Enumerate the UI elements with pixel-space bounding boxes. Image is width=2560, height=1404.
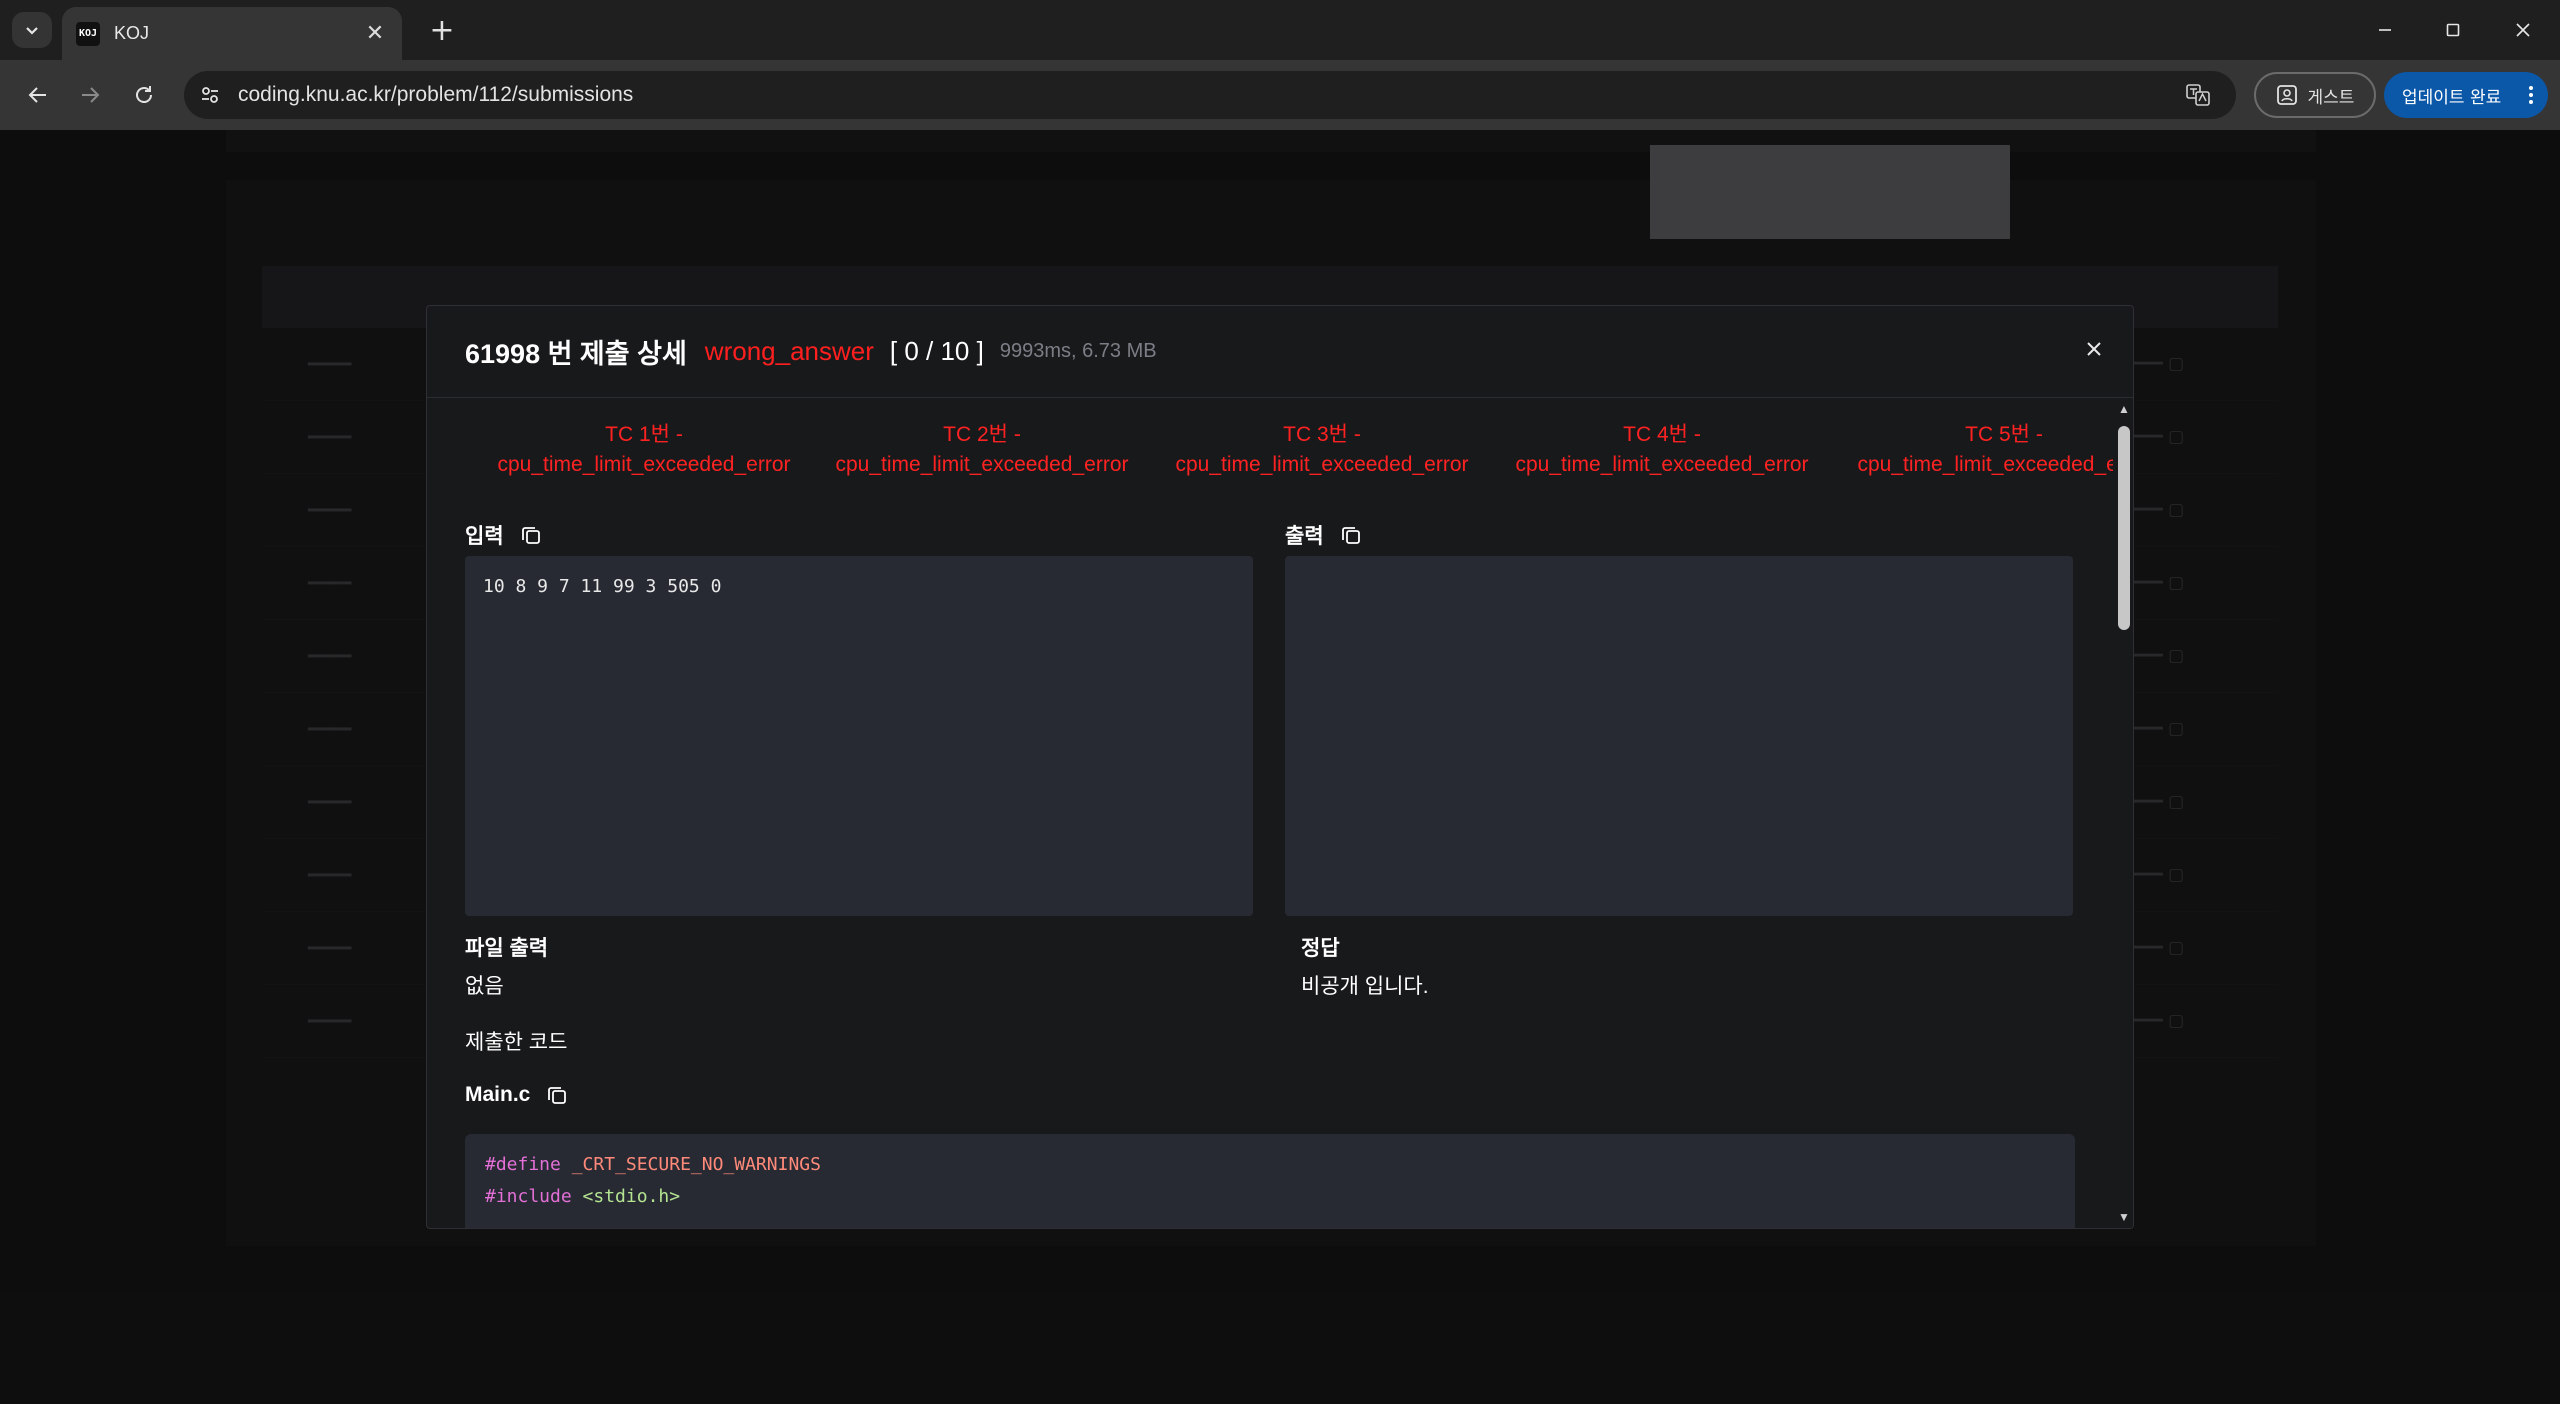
input-value: 10 8 9 7 11 99 3 505 0: [483, 576, 722, 597]
input-box[interactable]: 10 8 9 7 11 99 3 505 0: [465, 556, 1253, 916]
new-tab-icon[interactable]: +: [424, 12, 460, 48]
translate-icon[interactable]: [2180, 77, 2216, 113]
score-text: [ 0 / 10 ]: [889, 336, 984, 366]
input-section-label: 입력: [465, 520, 544, 550]
maximize-icon[interactable]: [2428, 10, 2478, 50]
browser-tab[interactable]: KOJ KOJ ✕: [62, 7, 402, 60]
modal-scrollbar[interactable]: ▲ ▼: [2113, 398, 2133, 1228]
close-icon[interactable]: [2079, 334, 2109, 364]
testcase-name: TC 2번 -: [943, 423, 1021, 446]
submitted-code-label: 제출한 코드: [465, 1031, 568, 1054]
more-vert-icon: [2529, 86, 2533, 104]
code-line: #define _CRT_SECURE_NO_WARNINGS: [485, 1154, 821, 1175]
testcase-status: cpu_time_limit_exceeded_error: [1175, 453, 1469, 476]
arrow-left-icon: [28, 87, 46, 103]
testcase-item[interactable]: TC 2번 - cpu_time_limit_exceeded_error: [827, 420, 1137, 480]
reload-icon: [136, 86, 152, 103]
answer-label: 정답: [1301, 937, 1340, 960]
update-button[interactable]: 업데이트 완료: [2384, 72, 2548, 118]
window-close-icon[interactable]: [2498, 10, 2548, 50]
modal-title: 61998 번 제출 상세: [465, 339, 687, 369]
tab-close-icon[interactable]: ✕: [362, 21, 388, 46]
profile-icon: [2276, 85, 2297, 105]
verdict-text: wrong_answer: [704, 336, 874, 366]
output-label: 출력: [1285, 525, 1324, 548]
scroll-up-icon[interactable]: ▲: [2117, 402, 2131, 416]
testcase-item[interactable]: TC 3번 - cpu_time_limit_exceeded_error: [1167, 420, 1477, 480]
testcase-status: cpu_time_limit_exceeded_error: [1515, 453, 1809, 476]
file-output-value: 없음: [465, 975, 504, 998]
testcase-name: TC 1번 -: [605, 423, 683, 446]
tab-title: KOJ: [114, 23, 150, 43]
output-section-label: 출력: [1285, 520, 1364, 550]
back-button[interactable]: [18, 75, 58, 115]
minimize-icon[interactable]: [2360, 10, 2410, 50]
forward-button[interactable]: [70, 75, 110, 115]
scrollbar-thumb[interactable]: [2118, 426, 2130, 630]
modal-body: TC 1번 - cpu_time_limit_exceeded_error TC…: [427, 398, 2113, 1228]
scroll-down-icon[interactable]: ▼: [2117, 1210, 2131, 1224]
code-file-label: Main.c: [465, 1082, 570, 1108]
testcase-status: cpu_time_limit_exceeded_error: [835, 453, 1129, 476]
chevron-down-icon: [26, 27, 38, 35]
testcase-item[interactable]: TC 1번 - cpu_time_limit_exceeded_error: [489, 420, 799, 480]
testcase-status: cpu_time_limit_exceeded_error: [1857, 453, 2114, 476]
update-label: 업데이트 완료: [2402, 87, 2502, 108]
guest-label: 게스트: [2307, 87, 2355, 108]
code-directive: #include: [485, 1186, 572, 1207]
code-line: #include <stdio.h>: [485, 1186, 680, 1207]
browser-tab-strip: KOJ KOJ ✕ +: [0, 0, 2560, 60]
guest-profile-button[interactable]: 게스트: [2254, 72, 2376, 118]
url-text[interactable]: coding.knu.ac.kr/problem/112/submissions: [238, 83, 2180, 107]
input-label: 입력: [465, 525, 504, 548]
koj-favicon-icon: KOJ: [76, 21, 100, 46]
code-directive: #define: [485, 1154, 561, 1175]
testcase-name: TC 4번 -: [1623, 423, 1701, 446]
copy-icon[interactable]: [1338, 522, 1364, 548]
answer-value: 비공개 입니다.: [1301, 975, 1429, 998]
resource-stats: 9993ms, 6.73 MB: [999, 340, 1157, 362]
modal-header: 61998 번 제출 상세 wrong_answer [ 0 / 10 ] 99…: [427, 306, 2133, 398]
code-file-name: Main.c: [465, 1083, 531, 1106]
browser-toolbar: coding.knu.ac.kr/problem/112/submissions…: [0, 60, 2560, 130]
site-info-icon[interactable]: [190, 75, 230, 115]
code-viewer[interactable]: #define _CRT_SECURE_NO_WARNINGS #include…: [465, 1134, 2075, 1228]
testcase-list: TC 1번 - cpu_time_limit_exceeded_error TC…: [427, 420, 2114, 484]
output-box[interactable]: [1285, 556, 2073, 916]
file-output-label: 파일 출력: [465, 937, 549, 960]
submission-detail-modal: 61998 번 제출 상세 wrong_answer [ 0 / 10 ] 99…: [426, 305, 2134, 1229]
copy-icon[interactable]: [544, 1082, 570, 1108]
testcase-name: TC 5번 -: [1965, 423, 2043, 446]
address-bar[interactable]: coding.knu.ac.kr/problem/112/submissions: [184, 71, 2236, 119]
testcase-name: TC 3번 -: [1283, 423, 1361, 446]
copy-icon[interactable]: [518, 522, 544, 548]
code-header: <stdio.h>: [582, 1186, 681, 1207]
tab-search-button[interactable]: [12, 12, 52, 48]
arrow-right-icon: [82, 87, 100, 103]
reload-button[interactable]: [124, 75, 164, 115]
testcase-item[interactable]: TC 4번 - cpu_time_limit_exceeded_error: [1507, 420, 1817, 480]
testcase-status: cpu_time_limit_exceeded_error: [497, 453, 791, 476]
testcase-item[interactable]: TC 5번 - cpu_time_limit_exceeded_error: [1849, 420, 2114, 480]
code-identifier: _CRT_SECURE_NO_WARNINGS: [571, 1154, 821, 1175]
